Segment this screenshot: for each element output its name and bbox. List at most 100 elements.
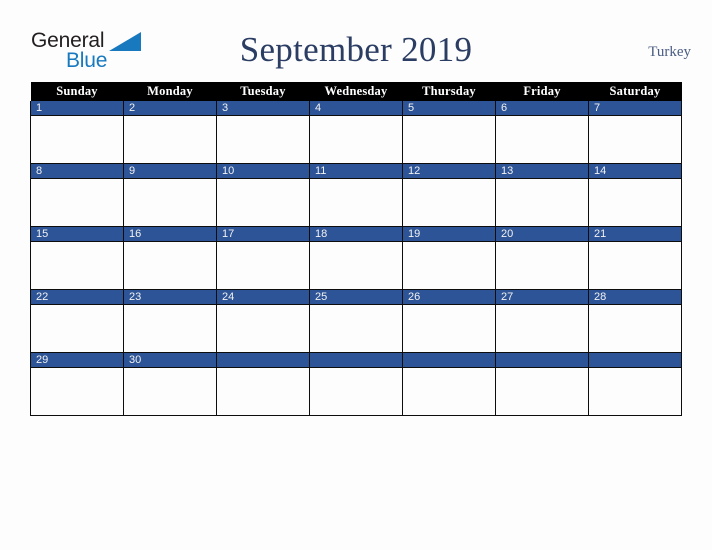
- day-content[interactable]: [589, 305, 681, 351]
- day-number: 15: [31, 227, 123, 242]
- calendar-day-cell[interactable]: 10: [216, 163, 310, 227]
- day-number: 4: [310, 101, 402, 116]
- day-content[interactable]: [496, 242, 588, 288]
- calendar-day-cell[interactable]: 21: [588, 226, 682, 290]
- day-number: 21: [589, 227, 681, 242]
- calendar-week-row: 1 2 3 4 5 6 7: [30, 101, 682, 164]
- day-number: 30: [124, 353, 216, 368]
- day-content[interactable]: [217, 179, 309, 225]
- calendar-day-cell[interactable]: 28: [588, 289, 682, 353]
- day-content[interactable]: [403, 242, 495, 288]
- calendar-day-cell[interactable]: 8: [30, 163, 124, 227]
- calendar-day-cell[interactable]: 22: [30, 289, 124, 353]
- calendar-day-cell[interactable]: [495, 352, 589, 416]
- day-number: 23: [124, 290, 216, 305]
- calendar-day-cell[interactable]: 20: [495, 226, 589, 290]
- calendar-page: General Blue September 2019 Turkey Sunda…: [0, 0, 712, 550]
- day-number: [496, 353, 588, 368]
- calendar-day-cell[interactable]: [588, 352, 682, 416]
- day-number: 24: [217, 290, 309, 305]
- day-content[interactable]: [496, 305, 588, 351]
- calendar-day-cell[interactable]: 3: [216, 101, 310, 164]
- calendar-day-cell[interactable]: [402, 352, 496, 416]
- day-content[interactable]: [31, 305, 123, 351]
- calendar-day-cell[interactable]: 4: [309, 101, 403, 164]
- day-content[interactable]: [217, 242, 309, 288]
- day-content[interactable]: [310, 305, 402, 351]
- day-number: 20: [496, 227, 588, 242]
- day-content[interactable]: [589, 116, 681, 162]
- day-content[interactable]: [310, 368, 402, 414]
- day-number: [310, 353, 402, 368]
- weekday-header-tuesday: Tuesday: [216, 82, 310, 101]
- day-content[interactable]: [31, 242, 123, 288]
- day-number: 9: [124, 164, 216, 179]
- calendar-week-row: 29 30: [30, 352, 682, 416]
- country-label: Turkey: [648, 44, 691, 60]
- day-content[interactable]: [124, 305, 216, 351]
- day-content[interactable]: [496, 368, 588, 414]
- calendar-day-cell[interactable]: 18: [309, 226, 403, 290]
- calendar-day-cell[interactable]: 12: [402, 163, 496, 227]
- day-content[interactable]: [124, 116, 216, 162]
- calendar-table: Sunday Monday Tuesday Wednesday Thursday…: [30, 82, 682, 416]
- day-number: [403, 353, 495, 368]
- calendar-day-cell[interactable]: 17: [216, 226, 310, 290]
- day-content[interactable]: [496, 116, 588, 162]
- calendar-day-cell[interactable]: 30: [123, 352, 217, 416]
- calendar-day-cell[interactable]: 2: [123, 101, 217, 164]
- calendar-day-cell[interactable]: 19: [402, 226, 496, 290]
- day-content[interactable]: [217, 116, 309, 162]
- day-content[interactable]: [310, 179, 402, 225]
- day-number: 10: [217, 164, 309, 179]
- calendar-day-cell[interactable]: 13: [495, 163, 589, 227]
- day-number: 14: [589, 164, 681, 179]
- calendar-day-cell[interactable]: 27: [495, 289, 589, 353]
- calendar-day-cell[interactable]: [216, 352, 310, 416]
- day-content[interactable]: [124, 242, 216, 288]
- calendar-day-cell[interactable]: 26: [402, 289, 496, 353]
- calendar-day-cell[interactable]: 6: [495, 101, 589, 164]
- day-number: 29: [31, 353, 123, 368]
- day-number: 2: [124, 101, 216, 116]
- day-content[interactable]: [589, 179, 681, 225]
- calendar-day-cell[interactable]: 14: [588, 163, 682, 227]
- day-content[interactable]: [217, 368, 309, 414]
- calendar-day-cell[interactable]: 15: [30, 226, 124, 290]
- day-content[interactable]: [403, 179, 495, 225]
- calendar-day-cell[interactable]: 7: [588, 101, 682, 164]
- day-content[interactable]: [589, 368, 681, 414]
- day-content[interactable]: [124, 179, 216, 225]
- day-number: 6: [496, 101, 588, 116]
- calendar-day-cell[interactable]: 24: [216, 289, 310, 353]
- calendar-week-row: 22 23 24 25 26 27 28: [30, 289, 682, 353]
- calendar-day-cell[interactable]: 5: [402, 101, 496, 164]
- day-number: 16: [124, 227, 216, 242]
- day-content[interactable]: [217, 305, 309, 351]
- calendar-day-cell[interactable]: 23: [123, 289, 217, 353]
- calendar-day-cell[interactable]: [309, 352, 403, 416]
- calendar-day-cell[interactable]: 1: [30, 101, 124, 164]
- day-content[interactable]: [403, 116, 495, 162]
- weekday-header-wednesday: Wednesday: [309, 82, 403, 101]
- day-content[interactable]: [403, 305, 495, 351]
- calendar-day-cell[interactable]: 9: [123, 163, 217, 227]
- calendar-grid-wrapper: Sunday Monday Tuesday Wednesday Thursday…: [30, 82, 682, 416]
- calendar-day-cell[interactable]: 11: [309, 163, 403, 227]
- day-content[interactable]: [124, 368, 216, 414]
- day-content[interactable]: [589, 242, 681, 288]
- day-number: [217, 353, 309, 368]
- day-content[interactable]: [403, 368, 495, 414]
- day-number: 1: [31, 101, 123, 116]
- day-content[interactable]: [31, 368, 123, 414]
- day-content[interactable]: [31, 179, 123, 225]
- calendar-day-cell[interactable]: 25: [309, 289, 403, 353]
- page-header: General Blue September 2019 Turkey: [0, 22, 712, 78]
- weekday-header-monday: Monday: [123, 82, 217, 101]
- calendar-day-cell[interactable]: 16: [123, 226, 217, 290]
- day-content[interactable]: [496, 179, 588, 225]
- day-content[interactable]: [310, 242, 402, 288]
- calendar-day-cell[interactable]: 29: [30, 352, 124, 416]
- day-content[interactable]: [31, 116, 123, 162]
- day-content[interactable]: [310, 116, 402, 162]
